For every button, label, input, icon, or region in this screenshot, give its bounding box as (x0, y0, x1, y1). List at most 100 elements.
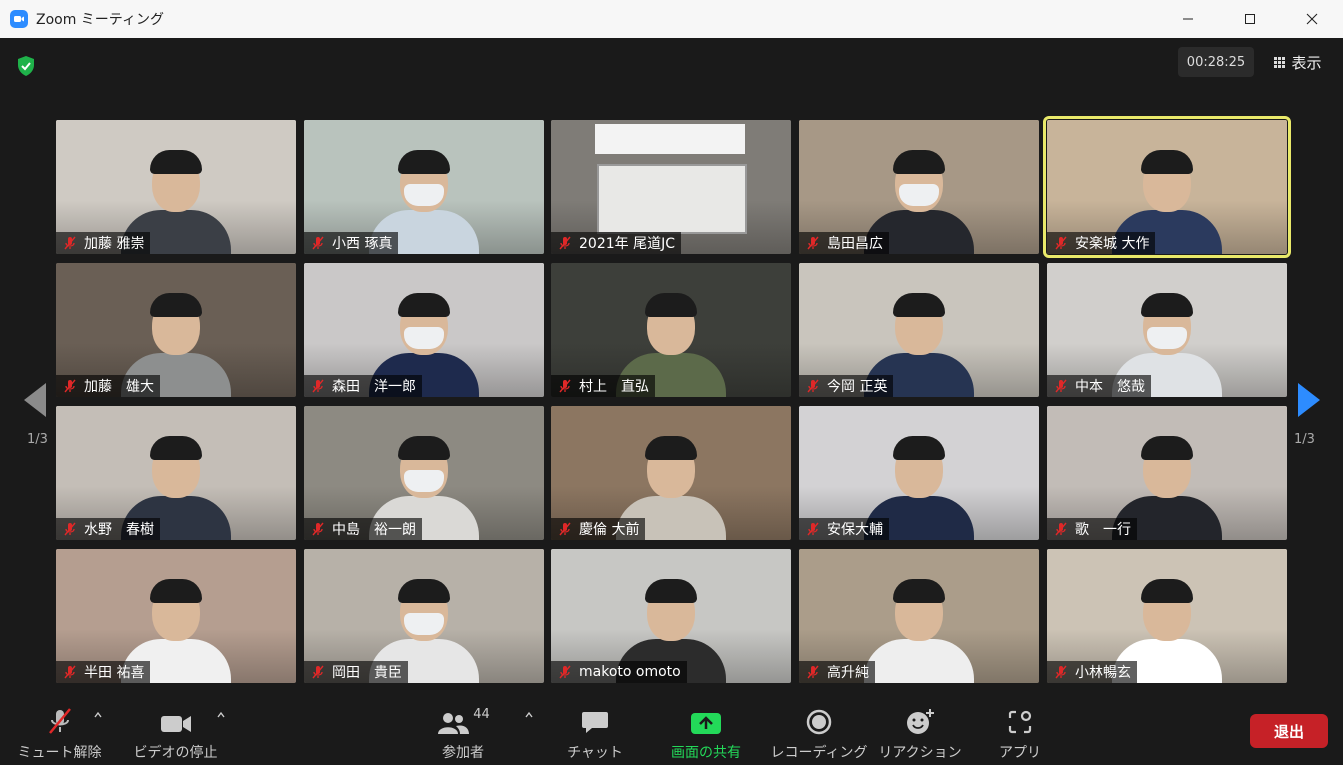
participant-name: 水野 春樹 (84, 522, 154, 538)
participant-name: 今岡 正英 (827, 379, 888, 395)
participant-name-bar: 安保大輔 (799, 518, 889, 540)
participant-name-bar: 森田 洋一郎 (304, 375, 422, 397)
participant-video-tile[interactable]: 高升純 (799, 549, 1039, 683)
muted-mic-icon (1055, 236, 1067, 250)
muted-mic-icon (64, 236, 76, 250)
participant-video-tile[interactable]: 島田昌広 (799, 120, 1039, 254)
participant-video-tile[interactable]: 小西 琢真 (304, 120, 544, 254)
chat-icon (582, 712, 608, 733)
participant-video-tile[interactable]: 半田 祐喜 (56, 549, 296, 683)
chat-button[interactable]: チャット (560, 696, 630, 765)
view-button[interactable]: 表示 (1263, 47, 1333, 77)
participant-name-bar: 歌 一行 (1047, 518, 1137, 540)
participant-name: 安楽城 大作 (1075, 236, 1150, 252)
participant-name-bar: 安楽城 大作 (1047, 232, 1156, 254)
minimize-button[interactable] (1157, 0, 1219, 38)
stop-video-label: ビデオの停止 (133, 745, 218, 761)
participant-video-tile[interactable]: 中本 悠哉 (1047, 263, 1287, 397)
participant-name-bar: 高升純 (799, 661, 875, 683)
muted-mic-icon (807, 522, 819, 536)
participant-name: 2021年 尾道JC (579, 236, 675, 252)
reactions-label: リアクション (878, 745, 962, 761)
muted-mic-icon (312, 379, 324, 393)
participant-name: 小西 琢真 (332, 236, 393, 252)
participant-video-tile[interactable]: 森田 洋一郎 (304, 263, 544, 397)
participant-name: 慶倫 大前 (579, 522, 640, 538)
close-button[interactable] (1281, 0, 1343, 38)
participant-video-tile[interactable]: 小林暢玄 (1047, 549, 1287, 683)
chat-label: チャット (567, 745, 623, 761)
muted-mic-icon (64, 522, 76, 536)
close-icon (1306, 13, 1318, 25)
muted-mic-icon (312, 236, 324, 250)
muted-mic-icon (64, 379, 76, 393)
participant-name-bar: 島田昌広 (799, 232, 889, 254)
record-icon (806, 709, 832, 735)
participants-icon (438, 713, 470, 734)
zoom-logo-icon (10, 10, 28, 28)
meeting-timer: 00:28:25 (1178, 47, 1254, 77)
participant-name: 島田昌広 (827, 236, 883, 252)
video-options-caret-icon[interactable] (216, 710, 226, 720)
reactions-button[interactable]: リアクション (876, 696, 964, 765)
participant-video-tile[interactable]: 安楽城 大作 (1043, 116, 1291, 258)
participant-name: 村上 直弘 (579, 379, 649, 395)
participant-name-bar: 岡田 貴臣 (304, 661, 408, 683)
title-bar: Zoom ミーティング (0, 0, 1343, 38)
participant-video-tile[interactable]: 村上 直弘 (551, 263, 791, 397)
participants-options-caret-icon[interactable] (524, 710, 534, 720)
participant-video-tile[interactable]: 中島 裕一朗 (304, 406, 544, 540)
participant-video-tile[interactable]: makoto omoto (551, 549, 791, 683)
unmute-button[interactable]: ミュート解除 (12, 696, 107, 765)
participant-video-tile[interactable]: 水野 春樹 (56, 406, 296, 540)
next-page-arrow-icon[interactable] (1298, 383, 1320, 417)
view-label: 表示 (1291, 53, 1322, 72)
minimize-icon (1183, 18, 1193, 20)
participant-name-bar: 小林暢玄 (1047, 661, 1137, 683)
participant-name: 半田 祐喜 (84, 665, 145, 681)
record-button[interactable]: レコーディング (770, 696, 868, 765)
stop-video-button[interactable]: ビデオの停止 (128, 696, 223, 765)
participant-name-bar: makoto omoto (551, 661, 687, 683)
participant-video-tile[interactable]: 加藤 雄大 (56, 263, 296, 397)
muted-mic-icon (807, 379, 819, 393)
leave-meeting-button[interactable]: 退出 (1250, 714, 1328, 748)
participant-name-bar: 水野 春樹 (56, 518, 160, 540)
audio-options-caret-icon[interactable] (93, 710, 103, 720)
security-shield-icon[interactable] (14, 54, 38, 78)
room-whiteboard (597, 164, 747, 234)
participant-name: 森田 洋一郎 (332, 379, 416, 395)
unmute-label: ミュート解除 (17, 745, 102, 761)
participant-video-tile[interactable]: 歌 一行 (1047, 406, 1287, 540)
previous-page-arrow-icon[interactable] (24, 383, 46, 417)
apps-icon (1008, 710, 1032, 734)
muted-mic-icon (559, 665, 571, 679)
participant-video-tile[interactable]: 慶倫 大前 (551, 406, 791, 540)
participant-name: 加藤 雅崇 (84, 236, 145, 252)
room-banner (595, 124, 745, 154)
muted-mic-icon (64, 665, 76, 679)
participant-name-bar: 慶倫 大前 (551, 518, 646, 540)
participant-video-tile[interactable]: 今岡 正英 (799, 263, 1039, 397)
share-screen-button[interactable]: 画面の共有 (660, 696, 752, 765)
participant-name: 中島 裕一朗 (332, 522, 416, 538)
participant-name-bar: 今岡 正英 (799, 375, 894, 397)
participant-video-tile[interactable]: 岡田 貴臣 (304, 549, 544, 683)
apps-label: アプリ (999, 745, 1041, 761)
apps-button[interactable]: アプリ (985, 696, 1055, 765)
participant-name: makoto omoto (579, 664, 681, 680)
record-label: レコーディング (770, 745, 868, 761)
participant-name: 加藤 雄大 (84, 379, 154, 395)
window-title: Zoom ミーティング (36, 12, 164, 28)
muted-mic-icon (1055, 379, 1067, 393)
participants-button[interactable]: 44 参加者 (424, 696, 502, 765)
video-camera-icon (160, 716, 191, 732)
maximize-button[interactable] (1219, 0, 1281, 38)
muted-mic-icon (559, 379, 571, 393)
participant-video-tile[interactable]: 加藤 雅崇 (56, 120, 296, 254)
participant-video-tile[interactable]: 2021年 尾道JC (551, 120, 791, 254)
participant-video-tile[interactable]: 安保大輔 (799, 406, 1039, 540)
meeting-toolbar: ミュート解除 ビデオの停止 44 参加者 チャット 画面の共有 レコーディング … (0, 696, 1343, 765)
participant-name-bar: 小西 琢真 (304, 232, 399, 254)
participants-label: 参加者 (442, 745, 484, 761)
